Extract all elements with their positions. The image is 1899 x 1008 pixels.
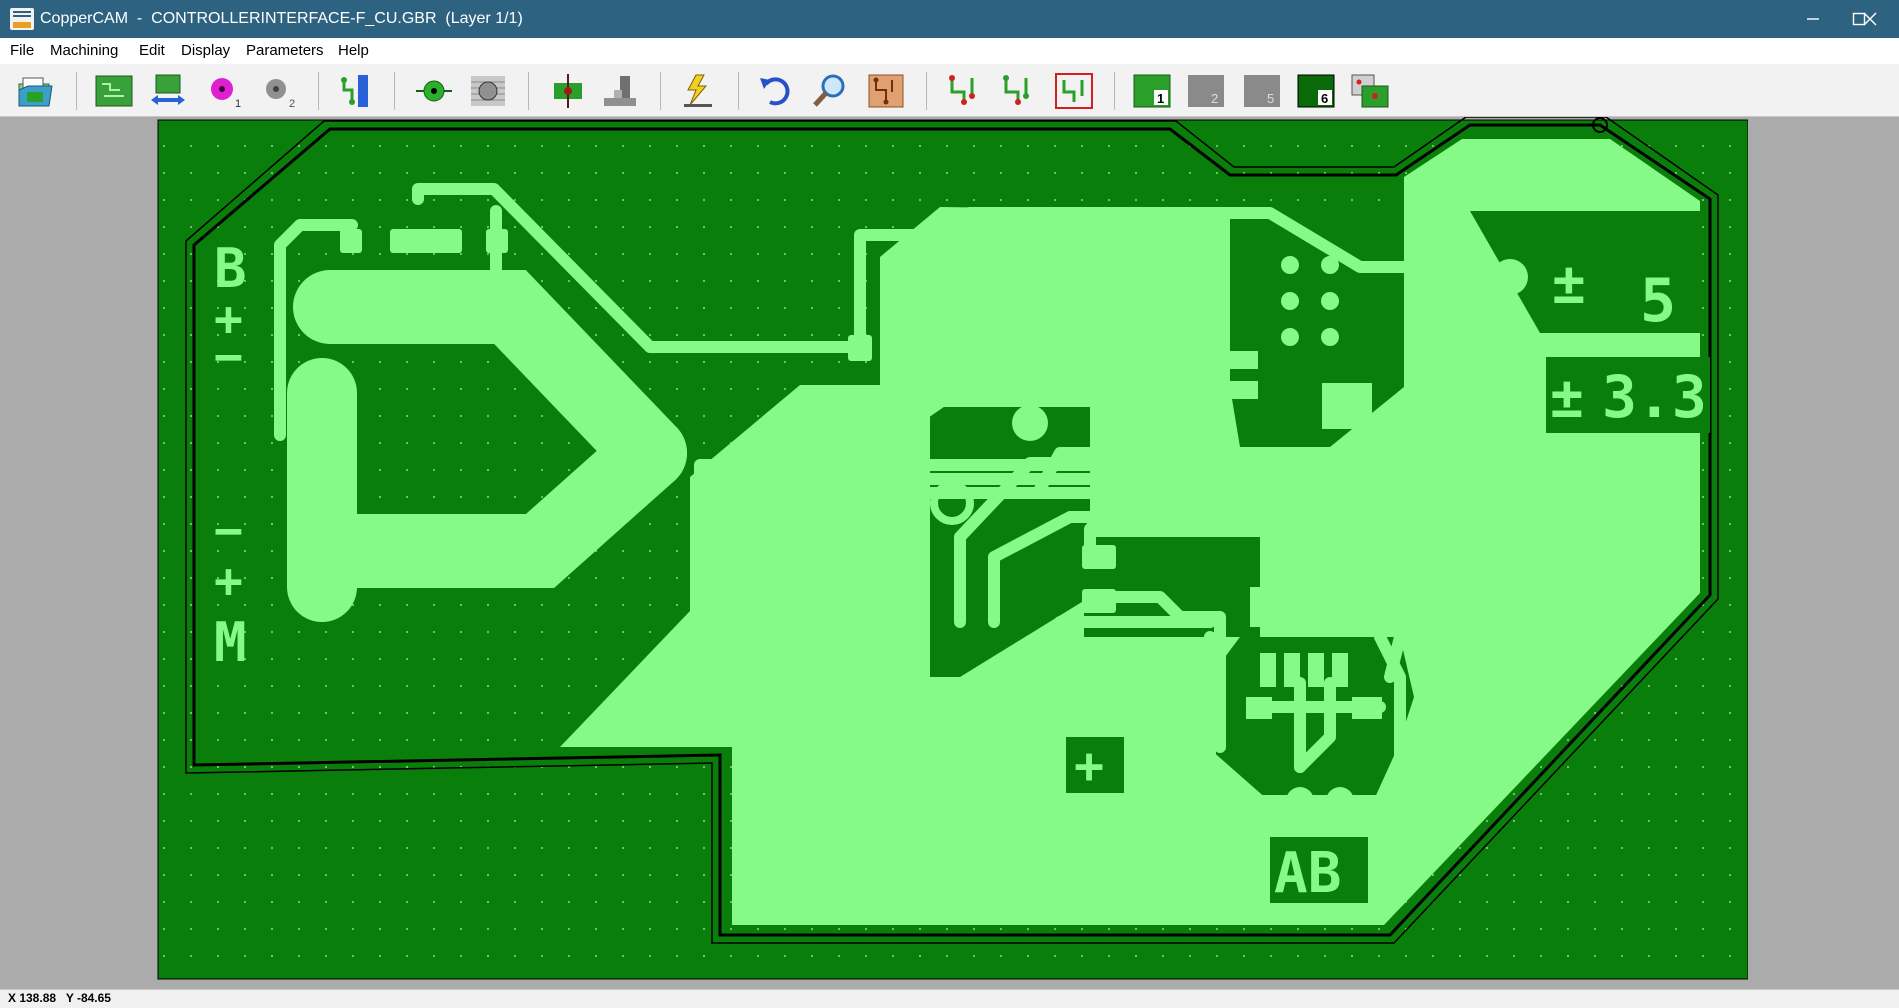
layer-gray-icon[interactable]: 5 [1242,72,1282,110]
svg-text:+: + [1074,737,1104,795]
menu-file[interactable]: File [10,38,34,64]
layer-5-label: 5 [1267,91,1274,106]
menu-parameters[interactable]: Parameters [246,38,324,64]
ic-pads-left [1160,267,1204,511]
silk-m: M [214,611,247,674]
silk-m-minus: − [214,503,243,559]
canvas-margin-right [1748,117,1899,989]
menu-machining[interactable]: Machining [50,38,118,64]
drill-tool-1-label: 1 [235,98,241,110]
silk-3v3-label: ± 3.3 [1546,357,1710,433]
title-bar: CopperCAM - CONTROLLERINTERFACE-F_CU.GBR… [0,0,1899,38]
svg-text:AB: AB [1274,841,1341,906]
menu-edit[interactable]: Edit [139,38,165,64]
coordinate-readout: X 138.88 Y -84.65 [8,991,111,1005]
contour-red-icon[interactable] [944,72,984,110]
drill-magenta-icon[interactable]: 1 [204,72,244,110]
copper-board-icon[interactable] [866,72,906,110]
menu-bar: File Machining Edit Display Parameters H… [0,38,1899,64]
silk-plus-box: + [1066,737,1124,795]
svg-text:±: ± [1552,252,1586,317]
svg-text:3.3: 3.3 [1602,363,1707,431]
magnifier-icon[interactable] [810,72,850,110]
board-canvas[interactable]: B + − − + M + AB ± 5 ± 3.3 [0,117,1899,989]
toolbar: 1 2 1 2 5 6 [0,64,1899,117]
pad-hatch-icon[interactable] [468,72,508,110]
layer-gray-icon[interactable]: 2 [1186,72,1226,110]
window-title: CopperCAM - CONTROLLERINTERFACE-F_CU.GBR… [40,10,523,27]
silk-b-minus: − [214,329,243,385]
ic-pads-right [1410,267,1462,511]
open-folder-icon[interactable] [16,72,56,110]
menu-display[interactable]: Display [181,38,230,64]
silk-m-plus: + [214,553,243,609]
menu-help[interactable]: Help [338,38,369,64]
contour-green-icon[interactable] [998,72,1038,110]
mirror-arrows-icon[interactable] [148,72,188,110]
layer-2-label: 2 [1211,91,1218,106]
drill-gray-icon[interactable]: 2 [258,72,298,110]
minimize-icon[interactable] [1788,0,1838,38]
pcb-board-icon[interactable] [94,72,134,110]
undo-icon[interactable] [756,72,796,110]
pad-green-icon[interactable] [414,72,454,110]
layer-multi-icon[interactable] [1350,72,1390,110]
layer-1-label: 1 [1157,91,1164,106]
drill-tool-2-label: 2 [289,98,295,110]
layer-6-label: 6 [1321,91,1328,106]
layer-icon[interactable]: 1 [1132,72,1172,110]
milling-machine-icon[interactable] [600,72,640,110]
engrave-spark-icon[interactable] [678,72,718,110]
svg-text:5: 5 [1640,266,1676,336]
close-icon[interactable] [1845,0,1895,38]
status-bar: X 138.88 Y -84.65 [0,989,1899,1008]
silk-ab-box: AB [1270,837,1368,906]
svg-text:±: ± [1550,366,1584,431]
layer-dark-icon[interactable]: 6 [1296,72,1336,110]
tracks-blue-icon[interactable] [336,72,376,110]
board-center-icon[interactable] [548,72,588,110]
contour-box-icon[interactable] [1054,72,1094,110]
coppercam-logo-icon [10,8,34,30]
